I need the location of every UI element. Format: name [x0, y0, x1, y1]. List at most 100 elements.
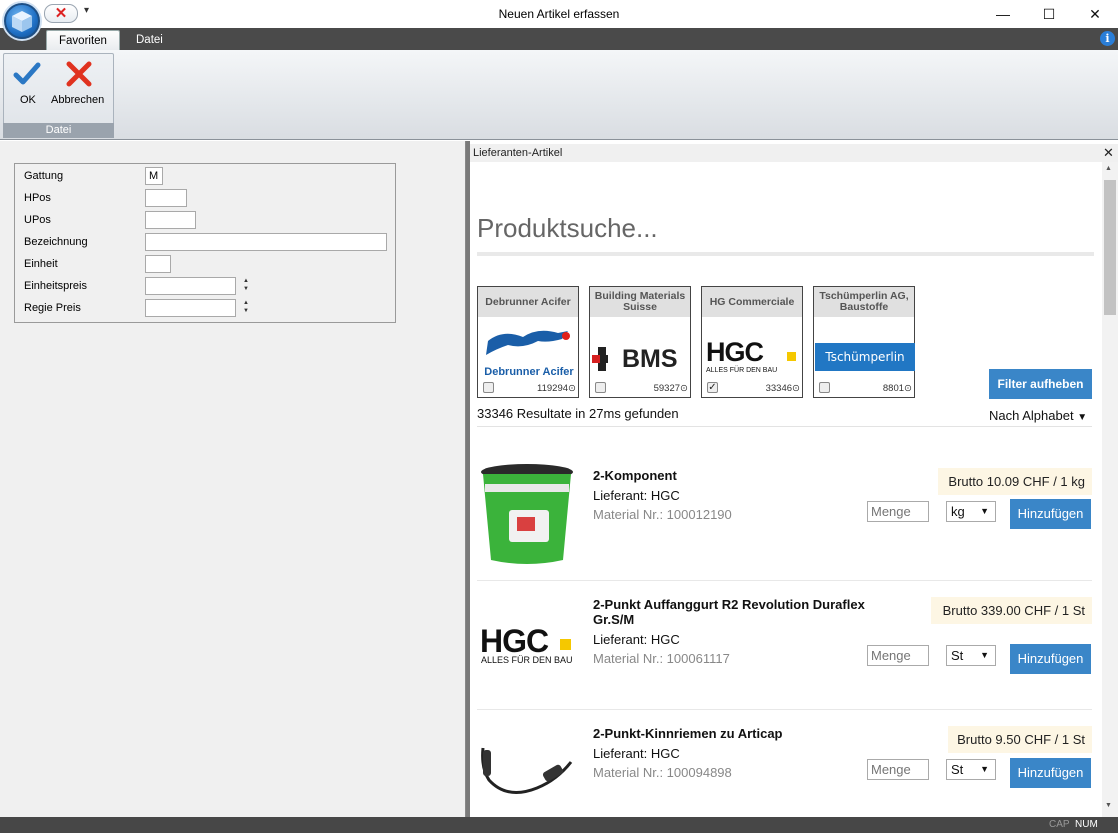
- supplier-card-bms[interactable]: Building Materials Suisse BMS 59327⊙: [589, 286, 691, 398]
- search-divider: [477, 252, 1094, 256]
- panel-title: Lieferanten-Artikel: [473, 147, 563, 159]
- ok-label: OK: [20, 94, 36, 106]
- supplier-count: 59327⊙: [653, 383, 688, 394]
- unit-select[interactable]: kg ▼: [946, 501, 996, 522]
- app-cube-icon: [12, 11, 32, 32]
- quantity-input[interactable]: [867, 759, 929, 780]
- supplier-card-debrunner[interactable]: Debrunner Acifer Debrunner Acifer 119294…: [477, 286, 579, 398]
- panel-close-icon[interactable]: ✕: [1103, 145, 1114, 161]
- application-menu-button[interactable]: [4, 3, 40, 39]
- supplier-count: 33346⊙: [765, 383, 800, 394]
- add-button[interactable]: Hinzufügen: [1010, 499, 1091, 529]
- product-image-hgc-logo: HGC ALLES FÜR DEN BAU: [480, 623, 580, 673]
- product-divider: [477, 580, 1092, 581]
- product-search-heading[interactable]: Produktsuche...: [477, 213, 658, 244]
- chinstrap-image-icon: [481, 747, 573, 794]
- cross-icon: [66, 61, 92, 87]
- num-lock-indicator: NUM: [1075, 819, 1098, 830]
- close-window-button[interactable]: ✕: [1072, 0, 1118, 28]
- tab-datei[interactable]: Datei: [124, 30, 175, 50]
- tab-favoriten[interactable]: Favoriten: [46, 30, 120, 50]
- field-label-einheit: Einheit: [24, 258, 58, 270]
- product-name[interactable]: 2-Komponent: [593, 468, 893, 483]
- bucket-image-icon: [481, 464, 573, 564]
- supplier-checkbox-checked[interactable]: ✓: [707, 382, 718, 393]
- einheitspreis-spinner[interactable]: ▲ ▼: [240, 277, 252, 295]
- regie-preis-input[interactable]: [145, 299, 236, 317]
- supplier-card-hgc[interactable]: HG Commerciale HGC ALLES FÜR DEN BAU ✓ 3…: [701, 286, 803, 398]
- hpos-input[interactable]: [145, 189, 187, 207]
- hgc-yellow-square-icon: [787, 352, 796, 361]
- product-logo-subtitle: ALLES FÜR DEN BAU: [481, 655, 573, 665]
- field-label-einheitspreis: Einheitspreis: [24, 280, 87, 292]
- product-name[interactable]: 2-Punkt Auffanggurt R2 Revolution Durafl…: [593, 597, 893, 627]
- cancel-label: Abbrechen: [51, 94, 105, 106]
- einheitspreis-input[interactable]: [145, 277, 236, 295]
- supplier-count: 8801⊙: [882, 383, 912, 394]
- supplier-name: Debrunner Acifer: [478, 287, 578, 317]
- supplier-checkbox[interactable]: [483, 382, 494, 393]
- product-material-number: Material Nr.: 100012190: [593, 507, 732, 522]
- select-caret-icon: ▼: [980, 764, 989, 774]
- field-label-regie-preis: Regie Preis: [24, 302, 81, 314]
- regie-preis-spinner[interactable]: ▲ ▼: [240, 299, 252, 317]
- product-price: Brutto 10.09 CHF / 1 kg: [938, 468, 1092, 495]
- product-material-number: Material Nr.: 100094898: [593, 765, 732, 780]
- field-label-hpos: HPos: [24, 192, 51, 204]
- unit-select[interactable]: St ▼: [946, 759, 996, 780]
- einheit-input[interactable]: [145, 255, 171, 273]
- supplier-logo-text: HGC: [706, 337, 764, 367]
- result-count: 33346 Resultate in 27ms gefunden: [477, 406, 679, 421]
- scroll-up-icon[interactable]: ▲: [1105, 165, 1112, 172]
- debrunner-logo-icon: [486, 330, 570, 355]
- supplier-checkbox[interactable]: [595, 382, 606, 393]
- field-label-upos: UPos: [24, 214, 51, 226]
- gattung-input[interactable]: [145, 167, 163, 185]
- ribbon-body: [0, 50, 1118, 140]
- caret-down-icon: ▼: [1077, 412, 1088, 423]
- quantity-input[interactable]: [867, 645, 929, 666]
- scrollbar-thumb[interactable]: [1104, 180, 1116, 315]
- supplier-logo-text: Tschümperlin: [815, 343, 915, 371]
- product-supplier: Lieferant: HGC: [593, 488, 680, 503]
- product-supplier: Lieferant: HGC: [593, 746, 680, 761]
- caps-lock-indicator: CAP: [1049, 819, 1070, 830]
- scroll-down-icon[interactable]: ▼: [1105, 802, 1112, 809]
- add-button[interactable]: Hinzufügen: [1010, 758, 1091, 788]
- sort-dropdown[interactable]: Nach Alphabet ▼: [989, 408, 1087, 423]
- bezeichnung-input[interactable]: [145, 233, 387, 251]
- upos-input[interactable]: [145, 211, 196, 229]
- supplier-logo-text: Debrunner Acifer: [484, 366, 574, 378]
- product-supplier: Lieferant: HGC: [593, 632, 680, 647]
- supplier-logo-text: BMS: [622, 345, 678, 373]
- supplier-card-tschuemperlin[interactable]: Tschümperlin AG, Baustoffe Tschümperlin …: [813, 286, 915, 398]
- supplier-name: Building Materials Suisse: [590, 287, 690, 317]
- bms-logo-icon: [592, 347, 608, 371]
- field-label-gattung: Gattung: [24, 170, 64, 182]
- clear-filter-button[interactable]: Filter aufheben: [989, 369, 1092, 399]
- supplier-name: Tschümperlin AG, Baustoffe: [814, 287, 914, 317]
- product-material-number: Material Nr.: 100061117: [593, 651, 730, 666]
- ribbon-group-label: Datei: [3, 123, 114, 138]
- product-divider: [477, 709, 1092, 710]
- supplier-name: HG Commerciale: [702, 287, 802, 317]
- product-price: Brutto 9.50 CHF / 1 St: [948, 726, 1092, 753]
- supplier-logo-subtitle: ALLES FÜR DEN BAU: [706, 367, 778, 374]
- info-icon[interactable]: i: [1100, 31, 1115, 46]
- unit-select[interactable]: St ▼: [946, 645, 996, 666]
- checkmark-icon: [13, 62, 41, 85]
- product-image-chinstrap: [477, 738, 577, 808]
- quantity-input[interactable]: [867, 501, 929, 522]
- maximize-button[interactable]: ☐: [1026, 0, 1072, 28]
- supplier-count: 119294⊙: [537, 383, 576, 394]
- field-label-bezeichnung: Bezeichnung: [24, 236, 88, 248]
- status-bar: [0, 817, 1118, 833]
- product-name[interactable]: 2-Punkt-Kinnriemen zu Articap: [593, 726, 893, 741]
- supplier-checkbox[interactable]: [819, 382, 830, 393]
- minimize-button[interactable]: —: [980, 0, 1026, 28]
- select-caret-icon: ▼: [980, 506, 989, 516]
- add-button[interactable]: Hinzufügen: [1010, 644, 1091, 674]
- select-caret-icon: ▼: [980, 650, 989, 660]
- product-image-bucket: [477, 462, 577, 566]
- results-divider: [477, 426, 1092, 427]
